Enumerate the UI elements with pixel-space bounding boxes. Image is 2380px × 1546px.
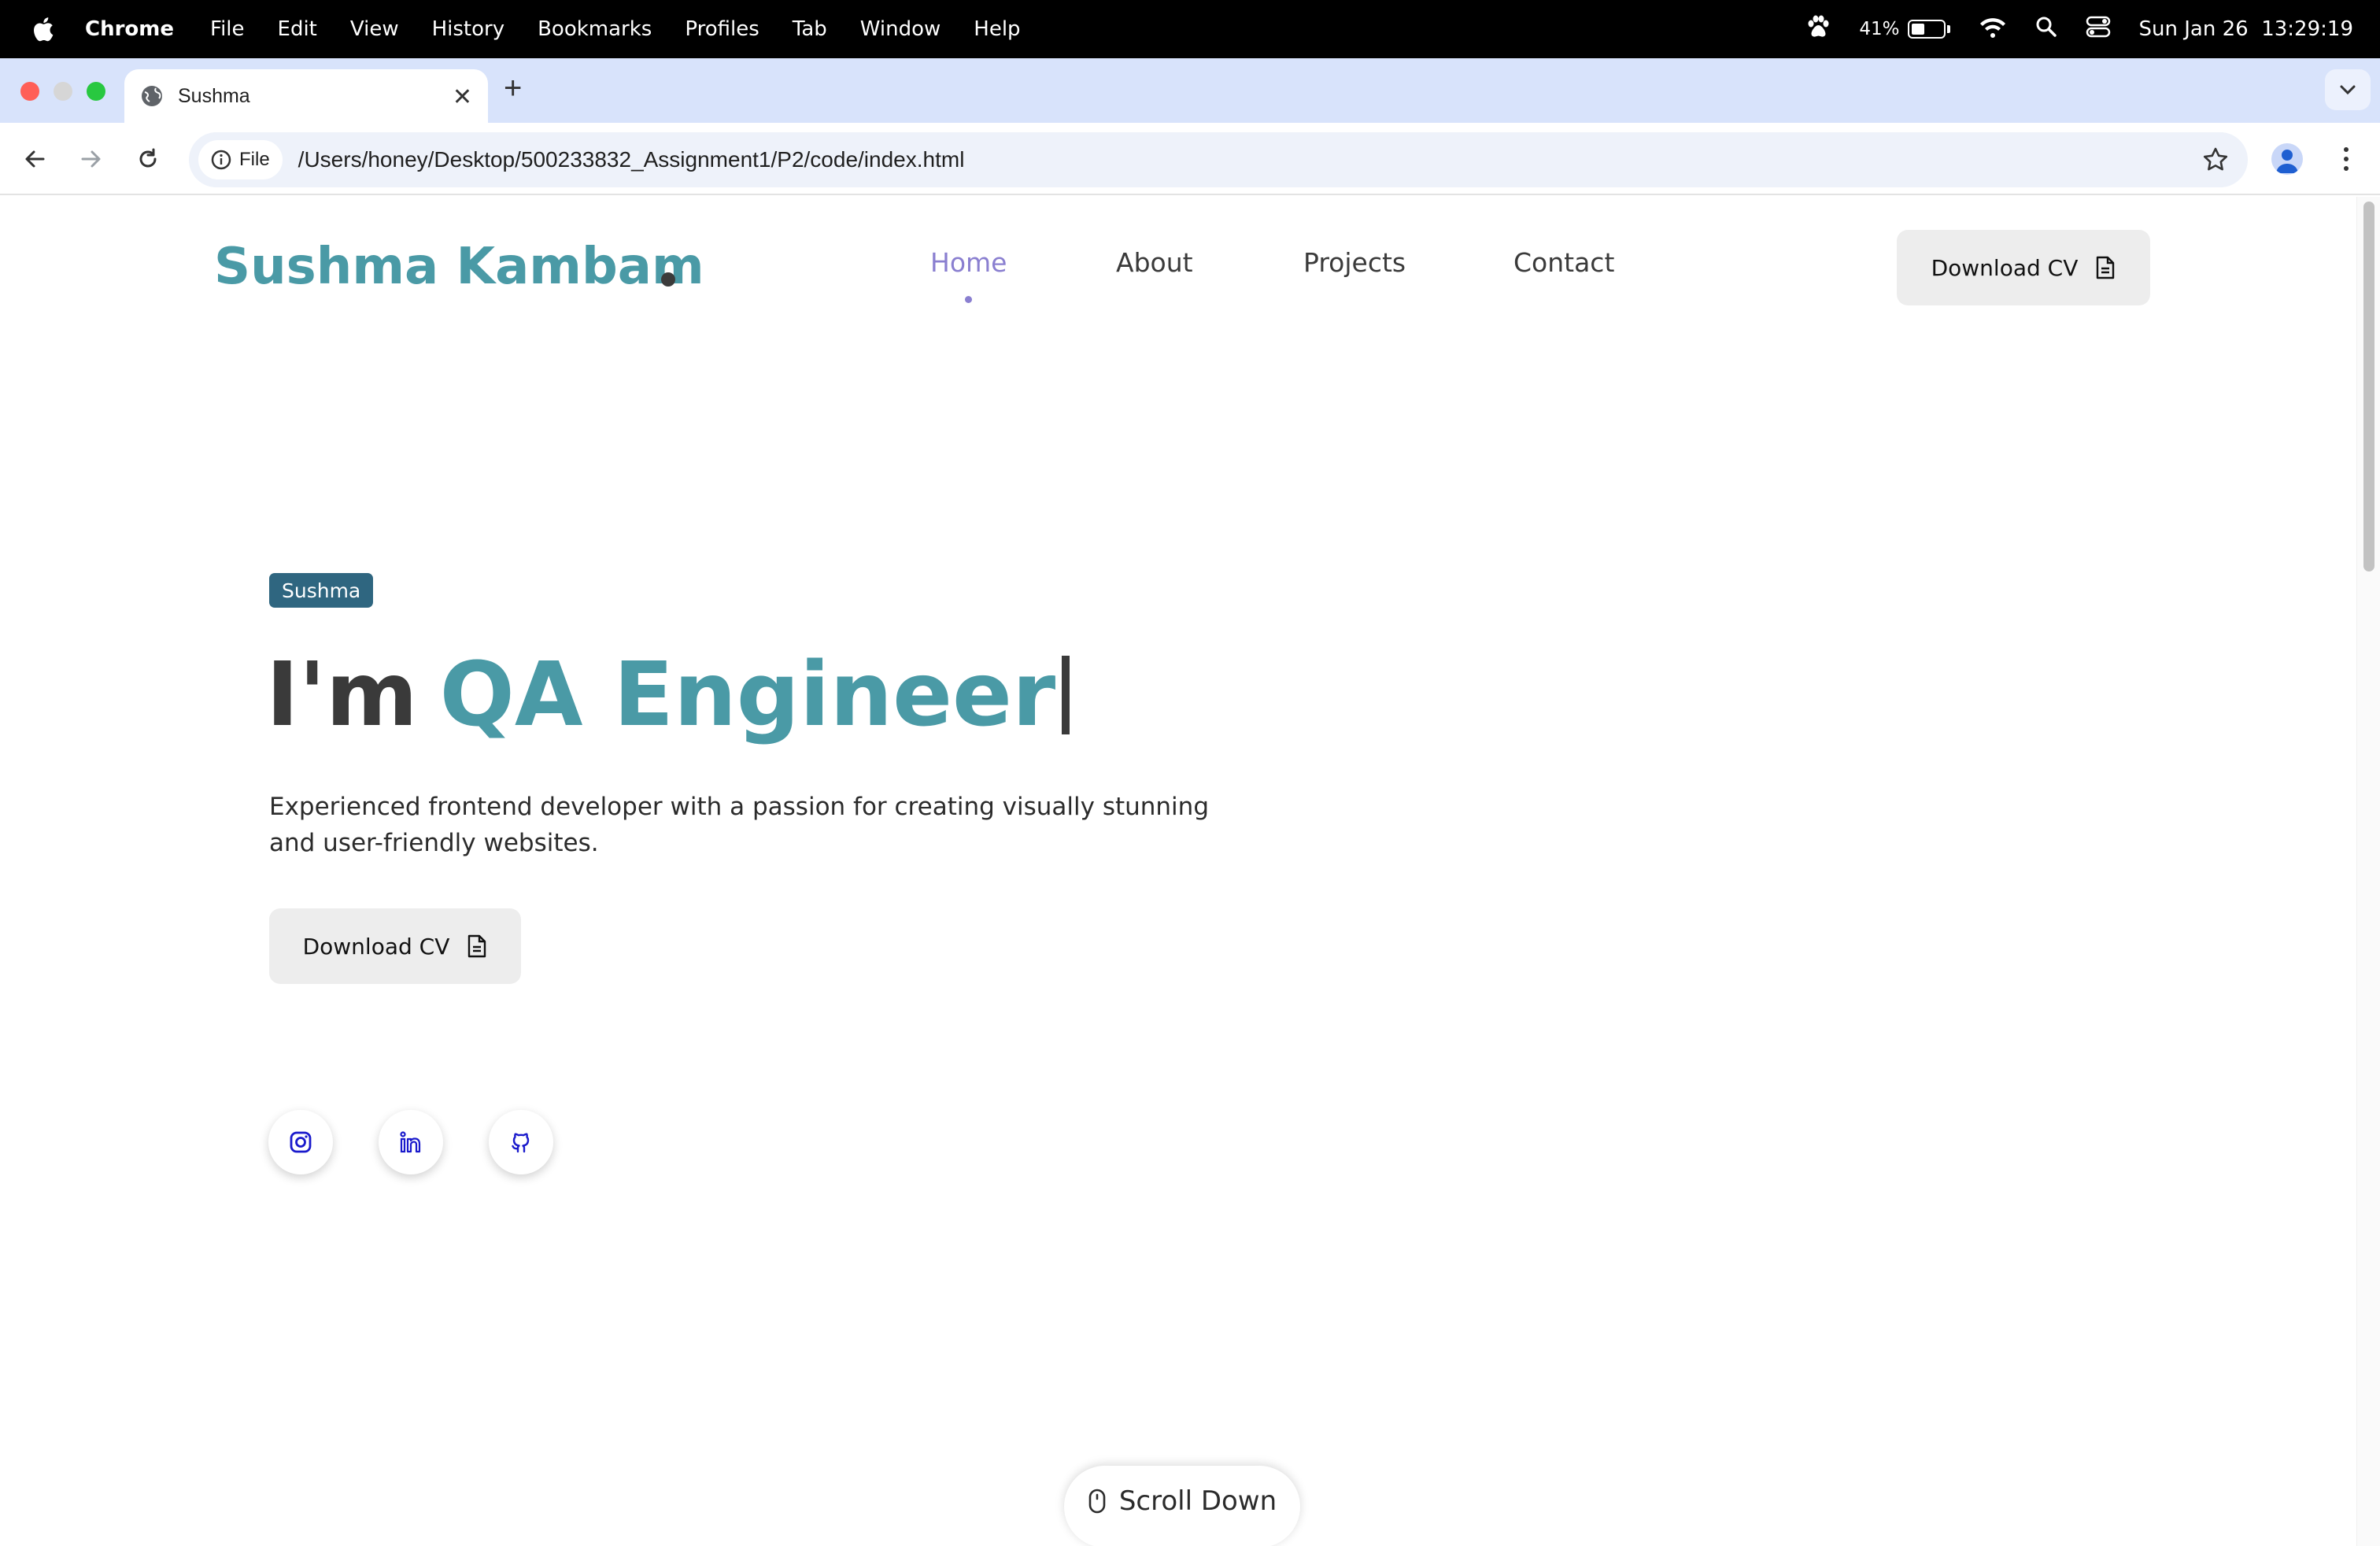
site-logo[interactable]: Sushma Kambam [214, 238, 704, 296]
menu-history[interactable]: History [432, 17, 505, 41]
instagram-icon [290, 1131, 312, 1153]
macos-menubar: Chrome File Edit View History Bookmarks … [0, 0, 2380, 58]
arrow-right-icon [81, 150, 101, 168]
reload-button[interactable] [131, 142, 165, 176]
site-info-label: File [239, 149, 270, 170]
nav-active-indicator [965, 296, 972, 303]
linkedin-icon [400, 1131, 421, 1153]
page-viewport: Sushma Kambam Home About Projects Contac… [0, 197, 2380, 1546]
browser-tab-active[interactable]: Sushma ✕ [124, 69, 488, 123]
globe-icon [142, 86, 162, 106]
document-icon [2097, 256, 2115, 279]
apple-menu-icon[interactable] [0, 15, 85, 43]
menu-help[interactable]: Help [974, 17, 1020, 41]
reload-icon [139, 148, 157, 168]
typing-caret [1062, 656, 1070, 734]
name-badge: Sushma [269, 573, 374, 608]
profile-avatar-icon[interactable] [2271, 143, 2303, 175]
address-bar[interactable]: File /Users/honey/Desktop/500233832_Assi… [189, 132, 2248, 187]
paw-icon[interactable] [1805, 15, 1831, 44]
menu-profiles[interactable]: Profiles [685, 17, 759, 41]
menu-bookmarks[interactable]: Bookmarks [538, 17, 652, 41]
nav-link-about[interactable]: About [1116, 247, 1193, 278]
nav-link-projects[interactable]: Projects [1303, 247, 1406, 278]
battery-icon [1907, 20, 1946, 39]
back-button[interactable] [17, 142, 52, 176]
control-center-icon[interactable] [2086, 16, 2111, 43]
forward-button[interactable] [74, 142, 109, 176]
scroll-down-label: Scroll Down [1118, 1485, 1277, 1517]
battery-percent: 41% [1859, 19, 1900, 39]
arrow-left-icon [25, 150, 45, 168]
scroll-down-button[interactable]: Scroll Down [1064, 1466, 1300, 1546]
menu-view[interactable]: View [350, 17, 399, 41]
battery-status[interactable]: 41% [1859, 19, 1950, 39]
hero-headline: I'm QA Engineer [266, 644, 1070, 746]
github-icon [512, 1133, 530, 1153]
headline-role: QA Engineer [439, 644, 1056, 746]
new-tab-button[interactable]: + [504, 71, 522, 106]
instagram-button[interactable] [268, 1110, 333, 1174]
site-info-chip[interactable]: File [198, 140, 283, 179]
tab-search-button[interactable] [2325, 69, 2371, 110]
browser-menu-icon[interactable] [2334, 142, 2358, 176]
mouse-icon [1088, 1489, 1106, 1514]
wifi-icon[interactable] [1979, 16, 2007, 43]
hero-download-cv-label: Download CV [302, 933, 450, 960]
url-text[interactable]: /Users/honey/Desktop/500233832_Assignmen… [298, 147, 965, 172]
github-button[interactable] [489, 1110, 553, 1174]
hero-description: Experienced frontend developer with a pa… [269, 793, 1209, 857]
battery-fill [1911, 24, 1924, 35]
logo-dot [661, 272, 675, 287]
tab-title: Sushma [178, 84, 250, 107]
header-download-cv-button[interactable]: Download CV [1897, 230, 2150, 305]
document-icon [468, 934, 486, 958]
menu-tab[interactable]: Tab [793, 17, 827, 41]
header-download-cv-label: Download CV [1931, 254, 2079, 281]
menu-window[interactable]: Window [860, 17, 941, 41]
browser-tab-strip: Sushma ✕ + [0, 58, 2380, 123]
bookmark-star-icon[interactable] [2202, 146, 2229, 177]
menu-edit[interactable]: Edit [278, 17, 317, 41]
chevron-down-icon [2340, 85, 2356, 95]
minimize-window-button[interactable] [54, 82, 72, 101]
menubar-clock[interactable]: Sun Jan 26 13:29:19 [2139, 17, 2353, 41]
linkedin-button[interactable] [379, 1110, 443, 1174]
nav-link-contact[interactable]: Contact [1513, 247, 1614, 278]
zoom-window-button[interactable] [87, 82, 105, 101]
menu-file[interactable]: File [210, 17, 245, 41]
headline-prefix: I'm [266, 644, 418, 746]
nav-link-home[interactable]: Home [930, 247, 1007, 278]
scrollbar-thumb[interactable] [2363, 202, 2374, 571]
info-icon [211, 150, 231, 170]
close-window-button[interactable] [20, 82, 39, 101]
close-tab-icon[interactable]: ✕ [453, 83, 472, 111]
browser-toolbar: File /Users/honey/Desktop/500233832_Assi… [0, 123, 2380, 195]
battery-nub [1946, 25, 1950, 33]
page-scrollbar[interactable] [2356, 197, 2380, 1546]
hero-download-cv-button[interactable]: Download CV [269, 908, 521, 984]
window-controls [20, 82, 105, 101]
spotlight-search-icon[interactable] [2035, 16, 2057, 43]
menu-chrome[interactable]: Chrome [85, 17, 174, 41]
